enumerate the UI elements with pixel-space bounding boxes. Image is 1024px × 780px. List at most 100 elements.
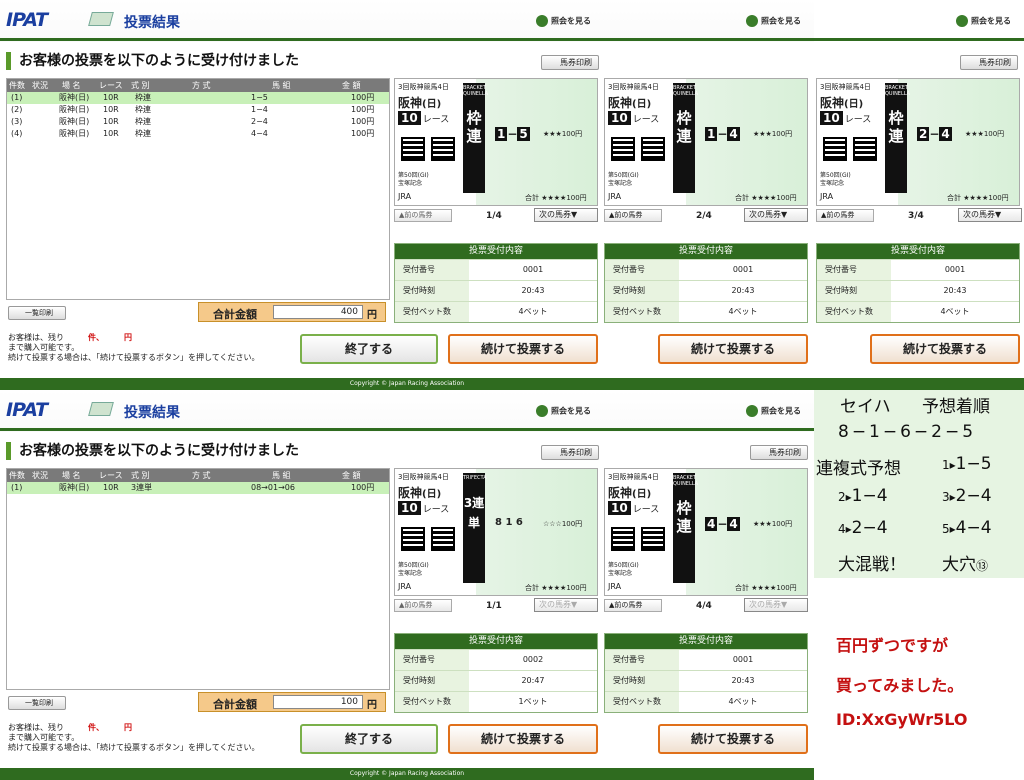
message-line-1: 百円ずつですが [836, 636, 949, 655]
pick-4: 4▸2−4 [838, 518, 888, 538]
shokai-link[interactable]: 照会を見る [746, 405, 801, 417]
col-type: 式 別 [131, 81, 150, 90]
bet-ticket: 3回阪神競馬4日 阪神(日) 10 レース 第50回(GI) 宝塚記念 JRA BRAC… [604, 78, 808, 206]
message-line-2: 買ってみました。 [836, 676, 964, 695]
qr-code [401, 137, 425, 161]
qr-code [431, 137, 455, 161]
screen-1-panel-3: 照会を見る 馬券印刷 3回阪神競馬4日 阪神(日) 10 レース 第50回(GI) 宝… [814, 0, 1024, 390]
col-status: 状況 [32, 81, 48, 90]
screen-2: IPAT 投票結果 照会を見る 照会を見る お客様の投票を以下のように受け付けま… [0, 390, 814, 780]
bet-table: 件数 状況場 名レース式 別方 式馬 組金 額 (1) 阪神(日) 10R 3連単 08→… [6, 468, 390, 690]
continue-button[interactable]: 続けて投票する [870, 334, 1020, 364]
prediction-label: セイハ [840, 397, 891, 417]
pick-3: 3▸2−4 [942, 486, 992, 506]
col-method: 方 式 [192, 81, 211, 90]
ticket-page: 1/4 [486, 211, 502, 221]
quinella-label: 連複式予想 [816, 459, 901, 479]
comment-2: 大穴⑬ [942, 555, 989, 575]
next-ticket-button[interactable]: 次の馬券▼ [534, 598, 598, 612]
shokai-link[interactable]: 照会を見る [956, 15, 1011, 27]
table-row[interactable]: (1) 阪神(日) 10R 枠連 1−5 100円 [7, 92, 389, 104]
next-ticket-button[interactable]: 次の馬券▼ [534, 208, 598, 222]
col-race: レース [99, 81, 123, 90]
header: IPAT 投票結果 照会を見る 照会を見る [0, 0, 814, 42]
shokai-link[interactable]: 照会を見る [536, 15, 591, 27]
continue-button[interactable]: 続けて投票する [448, 334, 598, 364]
copyright: Copyright © Japan Racing Association [0, 378, 814, 390]
total-value: 400 [273, 305, 363, 319]
prev-ticket-button[interactable]: ▲前の馬券 [604, 599, 662, 612]
pick-2: 2▸1−4 [838, 486, 888, 506]
bet-type-band: BRACKET QUINELLA 枠連 [885, 83, 910, 193]
end-button[interactable]: 終了する [300, 724, 438, 754]
table-header: 件数 状況場 名レース式 別方 式馬 組金 額 [7, 469, 389, 482]
header: IPAT 投票結果 照会を見る 照会を見る [0, 390, 814, 432]
bet-type-band: TRIFECTA 3連単 [463, 473, 487, 583]
continue-button[interactable]: 続けて投票する [658, 334, 808, 364]
ticket-page: 4/4 [696, 601, 712, 611]
total-value: 100 [273, 695, 363, 709]
poster-id: ID:XxGyWr5LO [836, 710, 968, 729]
table-row[interactable]: (4) 阪神(日) 10R 枠連 4−4 100円 [7, 128, 389, 140]
pick-1: 1▸1−5 [942, 454, 992, 474]
print-ticket-button[interactable]: 馬券印刷 [541, 445, 599, 460]
copyright: Copyright © Japan Racing Association [0, 768, 814, 780]
print-ticket-button[interactable]: 馬券印刷 [541, 55, 599, 70]
print-list-button[interactable]: 一覧印刷 [8, 306, 66, 320]
qr-code [401, 527, 425, 551]
receipt-panel: 投票受付内容 受付番号 0001 受付時刻 20:43 受付ベット数 4ベット [394, 243, 598, 323]
shokai-link[interactable]: 照会を見る [536, 405, 591, 417]
continue-button[interactable]: 続けて投票する [448, 724, 598, 754]
print-list-button[interactable]: 一覧印刷 [8, 696, 66, 710]
col-venue: 場 名 [62, 81, 81, 90]
qr-code [431, 527, 455, 551]
receipt-panel: 投票受付内容 受付番号 0001 受付時刻 20:43 受付ベット数 4ベット [816, 243, 1020, 323]
shokai-link[interactable]: 照会を見る [746, 15, 801, 27]
prev-ticket-button[interactable]: ▲前の馬券 [394, 599, 452, 612]
next-ticket-button[interactable]: 次の馬券▼ [958, 208, 1022, 222]
ticket-page: 3/4 [908, 211, 924, 221]
table-row[interactable]: (2) 阪神(日) 10R 枠連 1−4 100円 [7, 104, 389, 116]
bet-ticket: 3回阪神競馬4日 阪神(日) 10 レース 第50回(GI) 宝塚記念 JRA BRAC… [604, 468, 808, 596]
ipat-logo: IPAT [6, 399, 48, 421]
total-amount: 合計金額 100 円 [198, 692, 386, 712]
col-count: 件数 [9, 81, 25, 90]
receipt-panel: 投票受付内容 受付番号 0001 受付時刻 20:43 受付ベット数 4ベット [604, 243, 808, 323]
qr-code [611, 527, 635, 551]
receipt-panel: 投票受付内容 受付番号 0001 受付時刻 20:43 受付ベット数 4ベット [604, 633, 808, 713]
qr-code [641, 527, 665, 551]
page-title: 投票結果 [124, 15, 180, 31]
prev-ticket-button[interactable]: ▲前の馬券 [394, 209, 452, 222]
header-rule [0, 428, 814, 431]
ticket-icon [88, 12, 114, 26]
header-rule [0, 38, 814, 41]
next-ticket-button[interactable]: 次の馬券▼ [744, 598, 808, 612]
bet-table: 件数 状況 場 名 レース 式 別 方 式 馬 組 金 額 (1) 阪神(日) 10… [6, 78, 390, 300]
table-header: 件数 状況 場 名 レース 式 別 方 式 馬 組 金 額 [7, 79, 389, 92]
pick-5: 5▸4−4 [942, 518, 992, 538]
print-ticket-button[interactable]: 馬券印刷 [960, 55, 1018, 70]
prev-ticket-button[interactable]: ▲前の馬券 [816, 209, 874, 222]
bet-type-band: BRACKET QUINELLA 枠連 [463, 83, 488, 193]
print-ticket-button[interactable]: 馬券印刷 [750, 445, 808, 460]
bet-type-band: BRACKET QUINELLA 枠連 [673, 473, 698, 583]
prev-ticket-button[interactable]: ▲前の馬券 [604, 209, 662, 222]
prediction-order-label: 予想着順 [922, 397, 990, 417]
total-amount: 合計金額 400 円 [198, 302, 386, 322]
col-combo: 馬 組 [272, 81, 291, 90]
continue-button[interactable]: 続けて投票する [658, 724, 808, 754]
prediction-order: 8−1−6−2−5 [838, 422, 977, 442]
purchase-notes: お客様は、残り 件、 円まで購入可能です。 続けて投票する場合は、「続けて投票する… [8, 723, 260, 752]
page-heading: お客様の投票を以下のように受け付けました [6, 442, 299, 460]
next-ticket-button[interactable]: 次の馬券▼ [744, 208, 808, 222]
qr-code [853, 137, 877, 161]
page-title: 投票結果 [124, 405, 180, 421]
table-row[interactable]: (1) 阪神(日) 10R 3連単 08→01→06 100円 [7, 482, 389, 494]
table-row[interactable]: (3) 阪神(日) 10R 枠連 2−4 100円 [7, 116, 389, 128]
comment-1: 大混戦！ [838, 555, 906, 575]
bet-ticket: 3回阪神競馬4日 阪神(日) 10 レース 第50回(GI) 宝塚記念 JRA BRAC… [394, 78, 598, 206]
bet-ticket: 3回阪神競馬4日 阪神(日) 10 レース 第50回(GI) 宝塚記念 JRA TRIF… [394, 468, 598, 596]
bet-type-band: BRACKET QUINELLA 枠連 [673, 83, 698, 193]
prediction-panel: セイハ 予想着順 8−1−6−2−5 連複式予想 1▸1−5 2▸1−4 3▸2… [814, 390, 1024, 578]
end-button[interactable]: 終了する [300, 334, 438, 364]
